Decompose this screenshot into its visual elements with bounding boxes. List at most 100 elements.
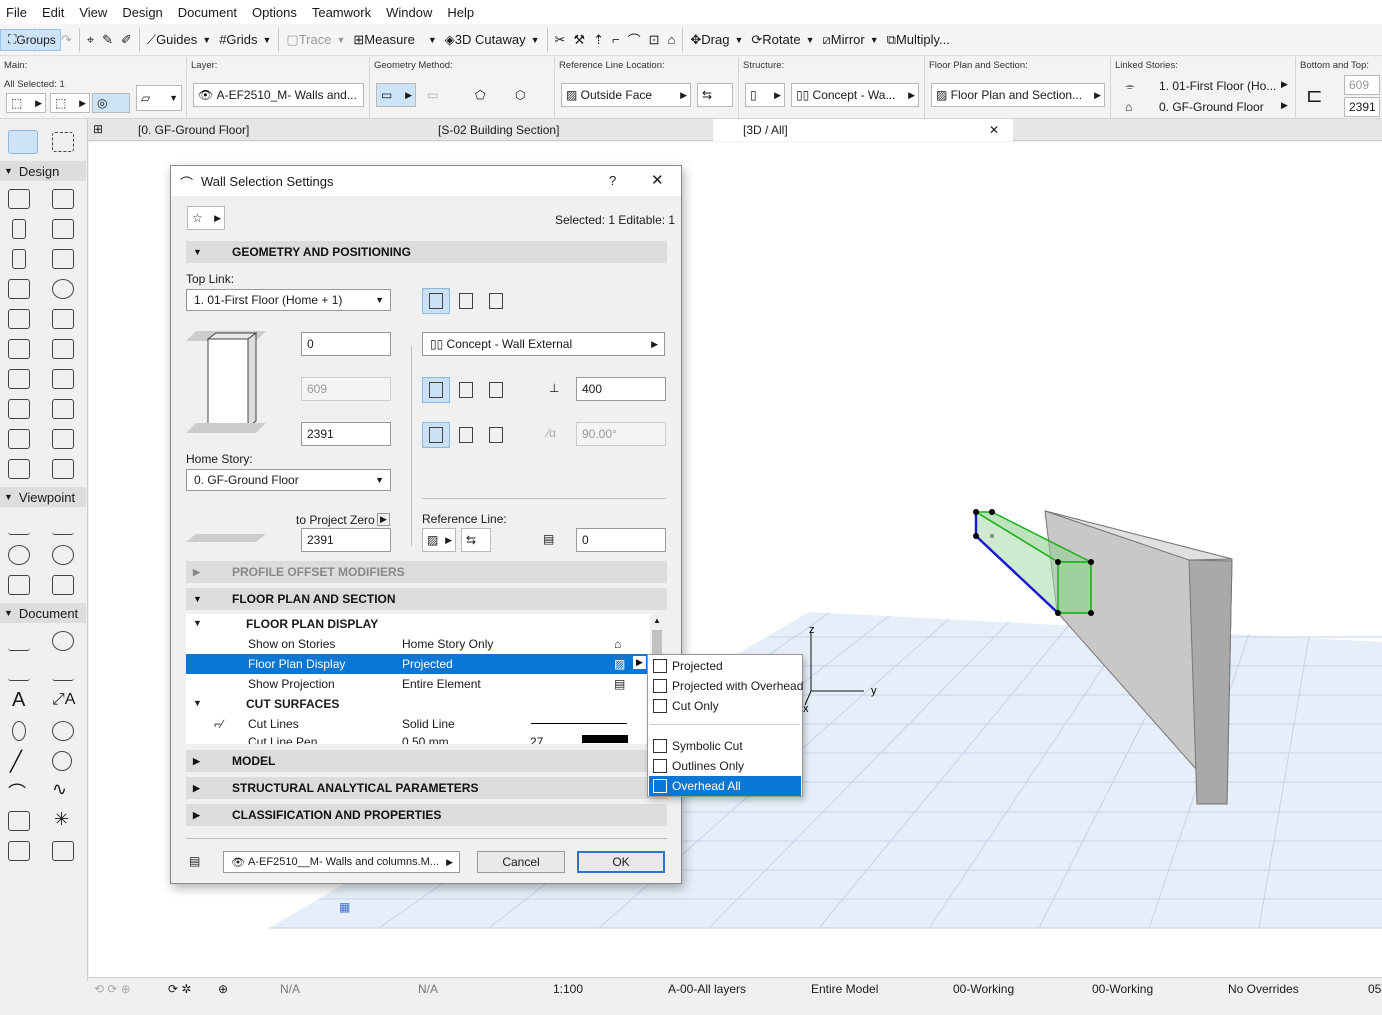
- wall-slanted-button[interactable]: [452, 288, 480, 314]
- selection-method-button[interactable]: ⬚ ▶: [6, 93, 46, 113]
- popup-item-overhead-all[interactable]: Overhead All: [649, 776, 801, 796]
- offset-button[interactable]: ⊡: [645, 27, 664, 53]
- linked-bottom-value[interactable]: 0. GF-Ground Floor: [1159, 100, 1264, 114]
- status-layers[interactable]: A-00-All layers: [668, 982, 746, 996]
- status-scale[interactable]: 1:100: [553, 982, 583, 996]
- window-tool[interactable]: [52, 249, 74, 269]
- fps-select[interactable]: ▨ Floor Plan and Section... ▶: [931, 83, 1105, 107]
- popup-item-projected[interactable]: Projected: [649, 656, 801, 676]
- top-offset-field[interactable]: 0: [301, 332, 391, 356]
- collapse-icon[interactable]: ▼: [193, 698, 202, 708]
- interior-elevation-tool[interactable]: [8, 545, 30, 565]
- profile-basic-button[interactable]: [422, 377, 450, 403]
- structure-select[interactable]: ▯▯ Concept - Wa... ▶: [791, 83, 919, 107]
- section-classification[interactable]: ▶ CLASSIFICATION AND PROPERTIES: [186, 804, 667, 826]
- chevron-right-icon[interactable]: ▶: [1281, 100, 1288, 111]
- chevron-right-icon[interactable]: ▶: [377, 513, 390, 526]
- dialog-layer-select[interactable]: 👁 A-EF2510__M- Walls and columns.M... ▶: [223, 851, 460, 873]
- section-geometry[interactable]: ▼ GEOMETRY AND POSITIONING: [186, 241, 667, 263]
- worksheet-tool[interactable]: [52, 545, 74, 565]
- menu-edit[interactable]: Edit: [42, 5, 64, 20]
- railing-tool[interactable]: [52, 339, 74, 359]
- menu-design[interactable]: Design: [122, 5, 162, 20]
- menu-window[interactable]: Window: [386, 5, 432, 20]
- beam-tool[interactable]: [52, 219, 74, 239]
- sun-study-button[interactable]: ◎: [92, 93, 130, 113]
- reference-line-select[interactable]: ▨ ▶: [422, 528, 456, 552]
- slanted-profile-button[interactable]: [452, 422, 480, 448]
- trace-button[interactable]: ▢ Trace ▼: [282, 27, 349, 53]
- shape-button[interactable]: ▱ ▼: [136, 85, 182, 111]
- status-model-view[interactable]: 00-Working: [1092, 982, 1153, 996]
- roof-tool[interactable]: [8, 309, 30, 329]
- marquee-button[interactable]: ⬚ ▶: [50, 93, 90, 113]
- geometry-polygon-button[interactable]: ⬡: [510, 83, 540, 107]
- slab-tool[interactable]: [52, 189, 74, 209]
- toolbox-design-header[interactable]: ▼ Design: [0, 161, 86, 181]
- menu-options[interactable]: Options: [252, 5, 297, 20]
- multiply-button[interactable]: ⧉ Multiply...: [883, 27, 954, 53]
- arc-tool[interactable]: [52, 751, 72, 771]
- table-row[interactable]: Show on Stories Home Story Only ⌂: [186, 634, 636, 654]
- angle-field[interactable]: 90.00°: [576, 422, 666, 446]
- close-icon[interactable]: ✕: [989, 123, 999, 137]
- morph-tool[interactable]: [52, 369, 74, 389]
- linked-top-value[interactable]: 1. 01-First Floor (Ho...: [1159, 79, 1276, 93]
- stair-tool[interactable]: [8, 339, 30, 359]
- section-floor-plan[interactable]: ▼ FLOOR PLAN AND SECTION: [186, 588, 667, 610]
- popup-item-projected-overhead[interactable]: Projected with Overhead: [649, 676, 803, 696]
- intersect-button[interactable]: ⌐: [608, 27, 624, 53]
- favorites-button[interactable]: ☆ ▶: [187, 206, 225, 230]
- status-overrides[interactable]: No Overrides: [1228, 982, 1299, 996]
- zoom-controls[interactable]: ⟲ ⟳ ⊕: [94, 982, 131, 996]
- top-link-select[interactable]: 1. 01-First Floor (Home + 1) ▼: [186, 289, 391, 311]
- tab-ground-floor[interactable]: [0. GF-Ground Floor]: [108, 119, 428, 141]
- top-value-field[interactable]: 609: [1344, 75, 1380, 95]
- level-dimension-tool[interactable]: [52, 631, 74, 651]
- measure-button[interactable]: ⊞ Measure: [349, 27, 418, 53]
- arrow-tool[interactable]: [8, 130, 38, 154]
- toolbox-document-header[interactable]: ▼ Document: [0, 603, 86, 623]
- profile-complex-button[interactable]: [482, 377, 510, 403]
- status-renovation[interactable]: 05-: [1368, 982, 1382, 996]
- zoom-icon[interactable]: ⊕: [218, 982, 228, 996]
- explode-button[interactable]: ⌂: [664, 27, 680, 53]
- straight-profile-button[interactable]: [422, 422, 450, 448]
- table-row-selected[interactable]: Floor Plan Display Projected ▨ ▶: [186, 654, 649, 674]
- grids-button[interactable]: # Grids ▼: [215, 27, 275, 53]
- ok-button[interactable]: OK: [577, 851, 665, 873]
- groups-button[interactable]: ⛶ Groups: [0, 28, 61, 51]
- bottom-offset-field[interactable]: 2391: [301, 422, 391, 446]
- floor-plan-marker-icon[interactable]: ▦: [339, 900, 350, 914]
- geometry-chained-button[interactable]: ▭: [422, 83, 462, 107]
- fillet-button[interactable]: ⌒: [624, 27, 645, 53]
- tab-3d-all[interactable]: [3D / All] ✕: [713, 119, 1013, 141]
- reference-offset-field[interactable]: 0: [576, 528, 666, 552]
- table-row[interactable]: Show Projection Entire Element ▤: [186, 674, 636, 694]
- flip-refline-button[interactable]: ⇆: [697, 83, 733, 107]
- guides-button[interactable]: ⟋ Guides ▼: [143, 27, 215, 53]
- drawing-tool[interactable]: [8, 841, 30, 861]
- toolbox-viewpoint-header[interactable]: ▼ Viewpoint: [0, 487, 86, 507]
- rotate-button[interactable]: ⟳ Rotate ▼: [747, 27, 818, 53]
- fill-tool[interactable]: [12, 721, 26, 741]
- wall-tool[interactable]: [8, 189, 30, 209]
- layer-select[interactable]: 👁 A-EF2510_M- Walls and...: [193, 83, 364, 107]
- cutaway-button[interactable]: ◈ 3D Cutaway ▼: [441, 27, 544, 53]
- figure-tool[interactable]: ✳: [54, 809, 69, 830]
- opening-tool[interactable]: [52, 459, 74, 479]
- hotspot-tool[interactable]: [8, 811, 30, 831]
- change-marker-tool[interactable]: [52, 721, 74, 741]
- bottom-value-field[interactable]: 2391: [1344, 97, 1380, 117]
- orbit-icon[interactable]: ⟳ ✲: [168, 982, 191, 996]
- elevate-button[interactable]: ⇡: [589, 27, 608, 53]
- angle-dimension-tool[interactable]: [52, 661, 74, 681]
- popup-item-outlines-only[interactable]: Outlines Only: [649, 756, 801, 776]
- camera-tool[interactable]: [52, 575, 74, 595]
- geometry-straight-button[interactable]: ▭ ▶: [376, 83, 416, 107]
- status-model[interactable]: Entire Model: [811, 982, 878, 996]
- cancel-button[interactable]: Cancel: [477, 851, 565, 873]
- mesh-tool[interactable]: [52, 399, 74, 419]
- popup-item-cut-only[interactable]: Cut Only: [649, 696, 801, 716]
- menu-document[interactable]: Document: [178, 5, 237, 20]
